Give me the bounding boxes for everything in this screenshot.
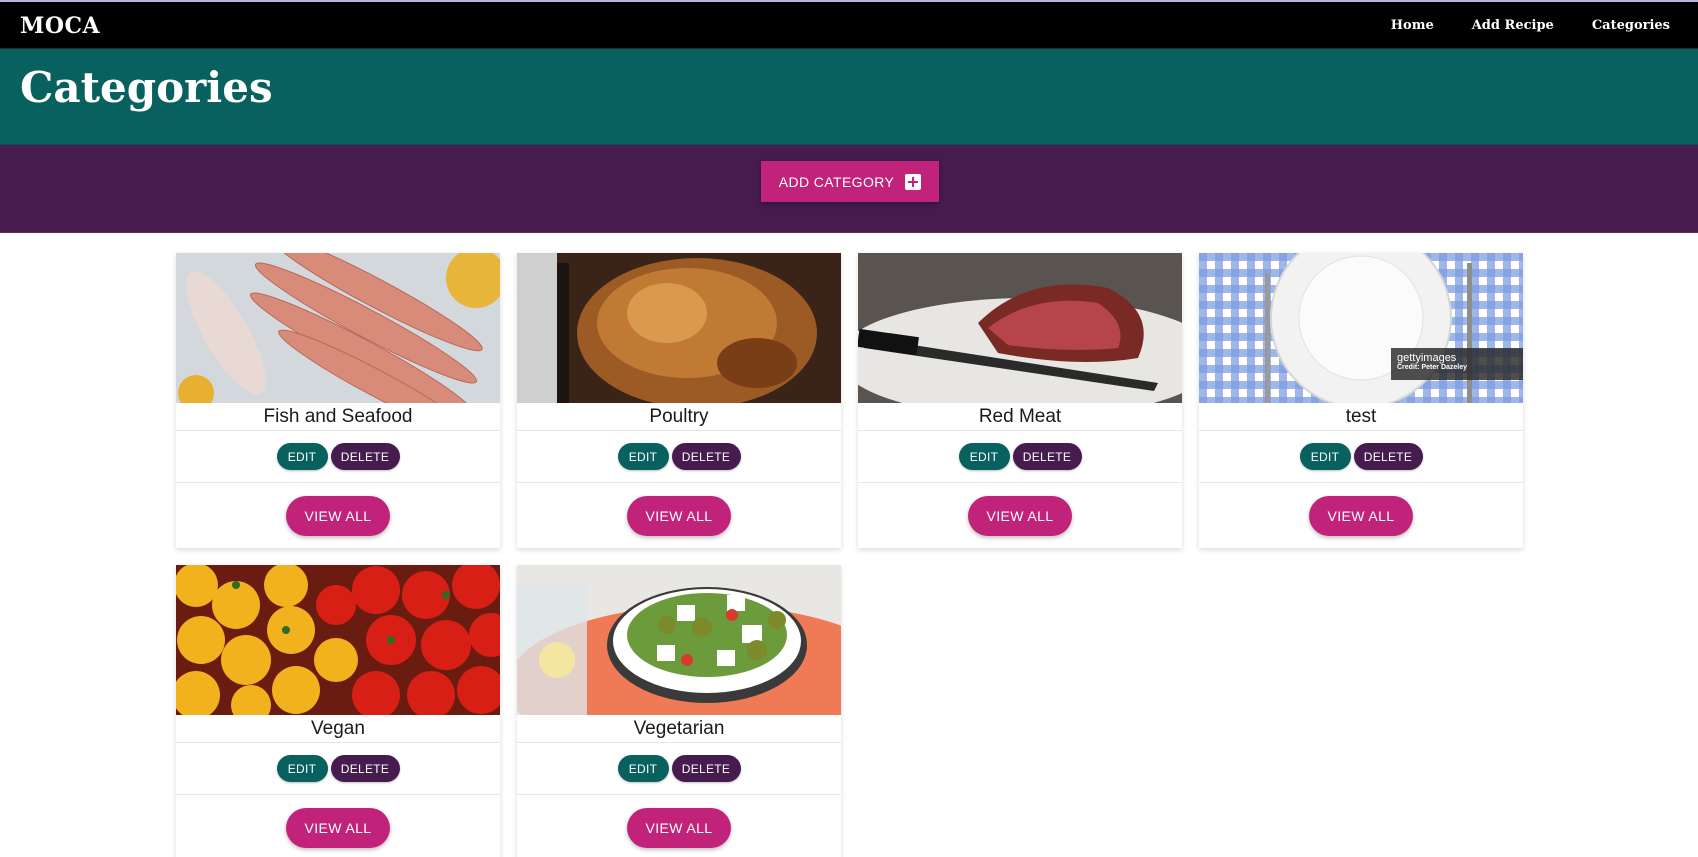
brand-logo[interactable]: MOCA	[20, 13, 100, 39]
nav-link-home[interactable]: Home	[1391, 18, 1434, 33]
delete-button[interactable]: DELETE	[1012, 443, 1082, 470]
card-footer: VIEW ALL	[517, 483, 841, 548]
delete-button[interactable]: DELETE	[1353, 443, 1423, 470]
delete-button[interactable]: DELETE	[671, 443, 741, 470]
page-title: Categories	[20, 63, 273, 112]
plate-image: gettyimages Credit: Peter Dazeley	[1199, 253, 1523, 403]
card-footer: VIEW ALL	[858, 483, 1182, 548]
card-actions: EDIT DELETE	[517, 743, 841, 795]
edit-button[interactable]: EDIT	[1299, 443, 1351, 470]
page-header: Categories	[0, 49, 1698, 145]
card-footer: VIEW ALL	[176, 483, 500, 548]
card-title: Red Meat	[858, 403, 1182, 431]
view-all-button[interactable]: VIEW ALL	[1309, 495, 1413, 536]
card-title: test	[1199, 403, 1523, 431]
card-actions: EDIT DELETE	[176, 431, 500, 483]
nav-link-add-recipe[interactable]: Add Recipe	[1472, 18, 1554, 33]
roast-chicken-image	[517, 253, 841, 403]
greek-salad-image	[517, 565, 841, 715]
add-category-label: ADD CATEGORY	[778, 173, 895, 190]
peppers-image	[176, 565, 500, 715]
view-all-button[interactable]: VIEW ALL	[968, 495, 1072, 536]
category-card: Fish and Seafood EDIT DELETE VIEW ALL	[176, 253, 500, 548]
view-all-button[interactable]: VIEW ALL	[627, 495, 731, 536]
edit-button[interactable]: EDIT	[276, 755, 328, 782]
action-bar: ADD CATEGORY	[0, 145, 1698, 233]
view-all-button[interactable]: VIEW ALL	[627, 807, 731, 848]
card-title: Vegetarian	[517, 715, 841, 743]
add-category-button[interactable]: ADD CATEGORY	[761, 161, 939, 202]
card-footer: VIEW ALL	[176, 795, 500, 857]
plus-square-icon	[905, 173, 922, 190]
delete-button[interactable]: DELETE	[671, 755, 741, 782]
view-all-button[interactable]: VIEW ALL	[286, 807, 390, 848]
category-card: gettyimages Credit: Peter Dazeley test E…	[1199, 253, 1523, 548]
edit-button[interactable]: EDIT	[617, 443, 669, 470]
category-card: Poultry EDIT DELETE VIEW ALL	[517, 253, 841, 548]
edit-button[interactable]: EDIT	[617, 755, 669, 782]
category-card: Vegan EDIT DELETE VIEW ALL	[176, 565, 500, 857]
fish-image	[176, 253, 500, 403]
card-title: Poultry	[517, 403, 841, 431]
edit-button[interactable]: EDIT	[958, 443, 1010, 470]
card-title: Fish and Seafood	[176, 403, 500, 431]
card-actions: EDIT DELETE	[517, 431, 841, 483]
card-footer: VIEW ALL	[1199, 483, 1523, 548]
delete-button[interactable]: DELETE	[330, 443, 400, 470]
category-card: Vegetarian EDIT DELETE VIEW ALL	[517, 565, 841, 857]
category-card: Red Meat EDIT DELETE VIEW ALL	[858, 253, 1182, 548]
card-actions: EDIT DELETE	[858, 431, 1182, 483]
card-title: Vegan	[176, 715, 500, 743]
steak-image	[858, 253, 1182, 403]
nav-link-categories[interactable]: Categories	[1592, 18, 1670, 33]
navbar: MOCA Home Add Recipe Categories	[0, 0, 1698, 49]
card-footer: VIEW ALL	[517, 795, 841, 857]
card-actions: EDIT DELETE	[1199, 431, 1523, 483]
watermark: gettyimages Credit: Peter Dazeley	[1391, 348, 1523, 380]
card-actions: EDIT DELETE	[176, 743, 500, 795]
edit-button[interactable]: EDIT	[276, 443, 328, 470]
view-all-button[interactable]: VIEW ALL	[286, 495, 390, 536]
nav-links: Home Add Recipe Categories	[1391, 18, 1670, 33]
delete-button[interactable]: DELETE	[330, 755, 400, 782]
